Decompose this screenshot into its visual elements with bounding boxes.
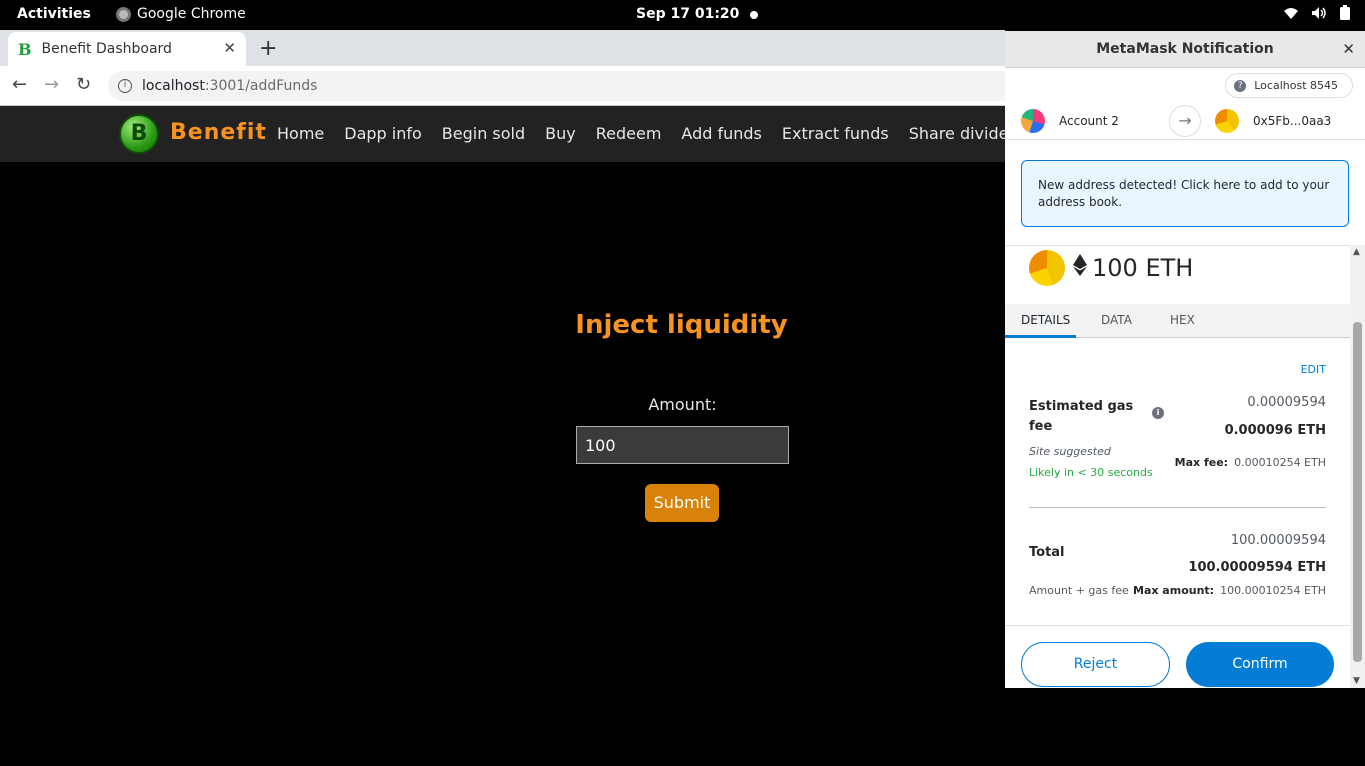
arrow-right-icon: →	[1169, 105, 1201, 137]
amount-input[interactable]	[576, 426, 789, 464]
site-info-icon[interactable]: i	[118, 79, 132, 93]
network-help-icon: ?	[1234, 79, 1247, 92]
nav-extract-funds[interactable]: Extract funds	[782, 124, 889, 143]
max-fee-label: Max fee:	[1174, 456, 1229, 469]
total-primary: 100.00009594 ETH	[1188, 560, 1326, 575]
details-panel: EDIT Estimated gas fee i 0.00009594 0.00…	[1005, 338, 1350, 625]
browser-tab[interactable]: B Benefit Dashboard ✕	[8, 32, 246, 66]
action-footer: Reject Confirm	[1005, 625, 1350, 688]
edit-gas-link[interactable]: EDIT	[1301, 363, 1326, 376]
scroll-up-icon[interactable]: ▲	[1353, 247, 1360, 257]
max-amount: Max amount: 100.00010254 ETH	[1133, 584, 1326, 597]
activities-button[interactable]: Activities	[17, 6, 91, 22]
back-icon[interactable]: ←	[12, 74, 27, 95]
tab-details[interactable]: DETAILS	[1021, 313, 1070, 327]
divider	[1029, 507, 1326, 508]
url-path: :3001/addFunds	[204, 78, 318, 94]
amount-gas-label: Amount + gas fee	[1029, 584, 1129, 597]
site-suggested: Site suggested	[1029, 445, 1111, 458]
reload-icon[interactable]: ↻	[76, 74, 91, 95]
nav-redeem[interactable]: Redeem	[596, 124, 662, 143]
to-address: 0x5Fb...0aa3	[1253, 114, 1332, 128]
address-bar[interactable]: i localhost:3001/addFunds	[108, 71, 1005, 101]
url-host: localhost	[142, 78, 205, 94]
max-amount-label: Max amount:	[1133, 584, 1215, 597]
close-tab-icon[interactable]: ✕	[223, 39, 236, 57]
max-amount-value: 100.00010254 ETH	[1220, 584, 1326, 597]
recipient-avatar-icon	[1029, 250, 1065, 286]
benefit-logo-icon[interactable]: B	[119, 114, 159, 154]
from-account-name: Account 2	[1059, 114, 1119, 128]
amount-label: Amount:	[648, 395, 717, 414]
from-account[interactable]: Account 2	[1021, 109, 1119, 133]
gas-fee-secondary: 0.00009594	[1247, 395, 1326, 410]
tab-data[interactable]: DATA	[1101, 313, 1132, 327]
gas-fee-label: Estimated gas fee	[1029, 399, 1134, 434]
forward-icon[interactable]: →	[44, 74, 59, 95]
chrome-icon	[116, 6, 131, 22]
volume-icon	[1311, 6, 1327, 24]
likely-time: Likely in < 30 seconds	[1029, 466, 1153, 479]
network-name: Localhost 8545	[1254, 79, 1338, 92]
detail-tabs: DETAILS DATA HEX	[1005, 304, 1350, 338]
max-fee-value: 0.00010254 ETH	[1234, 456, 1326, 469]
max-fee: Max fee: 0.00010254 ETH	[1175, 456, 1326, 469]
benefit-favicon-icon: B	[18, 39, 32, 59]
site-navbar: B Benefit Home Dapp info Begin sold Buy …	[0, 106, 1005, 162]
app-name: Google Chrome	[137, 6, 246, 22]
nav-home[interactable]: Home	[277, 124, 324, 143]
submit-button[interactable]: Submit	[645, 484, 719, 522]
battery-icon	[1339, 5, 1351, 25]
scroll-down-icon[interactable]: ▼	[1353, 676, 1360, 686]
network-row: ? Localhost 8545	[1005, 68, 1365, 102]
scrollbar-thumb[interactable]	[1353, 322, 1362, 662]
nav-share-dividends[interactable]: Share dividends	[909, 124, 1005, 143]
transaction-amount: 100 ETH	[1092, 254, 1194, 282]
brand-name[interactable]: Benefit	[170, 120, 267, 145]
to-account[interactable]: 0x5Fb...0aa3	[1215, 109, 1331, 133]
nav-links: Home Dapp info Begin sold Buy Redeem Add…	[277, 124, 1005, 143]
tab-strip: B Benefit Dashboard ✕ +	[0, 30, 1005, 66]
nav-dapp-info[interactable]: Dapp info	[344, 124, 422, 143]
gas-fee-primary: 0.000096 ETH	[1224, 423, 1326, 438]
notification-dot-icon	[750, 11, 758, 19]
account-avatar-icon	[1021, 109, 1045, 133]
close-icon[interactable]: ✕	[1342, 31, 1355, 68]
app-menu[interactable]: Google Chrome	[116, 6, 246, 22]
reject-button[interactable]: Reject	[1021, 642, 1170, 687]
browser-toolbar: ← → ↻ i localhost:3001/addFunds	[0, 66, 1005, 106]
system-tray[interactable]	[1283, 5, 1351, 25]
account-row: Account 2 → 0x5Fb...0aa3	[1005, 102, 1365, 140]
nav-add-funds[interactable]: Add funds	[681, 124, 761, 143]
scrollbar[interactable]: ▲ ▼	[1350, 245, 1365, 688]
new-tab-icon[interactable]: +	[259, 36, 277, 61]
info-icon[interactable]: i	[1152, 407, 1164, 419]
page-title: Inject liquidity	[575, 310, 788, 340]
transaction-value: 100 ETH	[1005, 245, 1350, 304]
total-label: Total	[1029, 545, 1065, 560]
os-top-bar: Activities Google Chrome Sep 17 01:20	[0, 0, 1365, 30]
tab-title: Benefit Dashboard	[41, 41, 172, 57]
metamask-window: MetaMask Notification ✕ ? Localhost 8545…	[1005, 31, 1365, 688]
nav-buy[interactable]: Buy	[545, 124, 576, 143]
nav-begin-sold[interactable]: Begin sold	[442, 124, 525, 143]
tab-hex[interactable]: HEX	[1170, 313, 1195, 327]
clock[interactable]: Sep 17 01:20	[636, 6, 739, 22]
new-address-notice[interactable]: New address detected! Click here to add …	[1021, 160, 1349, 227]
confirm-button[interactable]: Confirm	[1186, 642, 1334, 687]
recipient-avatar-icon	[1215, 109, 1239, 133]
network-selector[interactable]: ? Localhost 8545	[1225, 73, 1353, 98]
total-secondary: 100.00009594	[1230, 533, 1326, 548]
metamask-window-title: MetaMask Notification	[1096, 41, 1274, 57]
ethereum-icon	[1073, 254, 1087, 282]
wifi-icon	[1283, 6, 1299, 24]
metamask-titlebar: MetaMask Notification ✕	[1005, 31, 1365, 68]
